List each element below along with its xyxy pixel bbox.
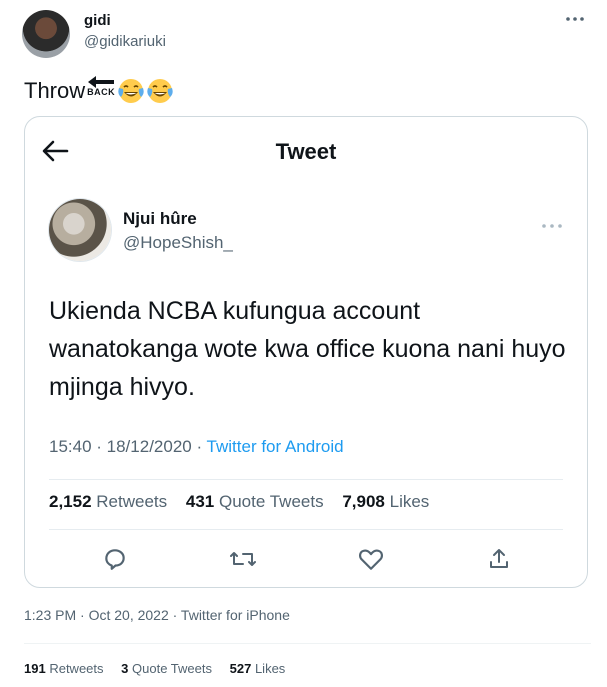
- quoted-time: 15:40 · 18/12/2020 ·: [49, 437, 207, 456]
- timestamp[interactable]: 1:23 PM · Oct 20, 2022 · Twitter for iPh…: [24, 607, 290, 623]
- divider: [49, 529, 563, 530]
- more-options-icon[interactable]: [565, 16, 585, 22]
- page-title: Tweet: [275, 139, 337, 164]
- quoted-display-name[interactable]: Njui hûre: [123, 209, 197, 229]
- face-with-tears-of-joy-icon: [118, 79, 144, 103]
- likes-stat[interactable]: 527 Likes: [230, 661, 286, 676]
- tweet-text: Throw BACK: [24, 76, 173, 104]
- retweet-icon[interactable]: [229, 545, 257, 573]
- quoted-timestamp: 15:40 · 18/12/2020 · Twitter for Android: [49, 437, 344, 457]
- face-with-tears-of-joy-icon: [147, 79, 173, 103]
- quoted-tweet-text: Ukienda NCBA kufungua account wanatokang…: [49, 297, 566, 401]
- quoted-likes-stat[interactable]: 7,908 Likes: [342, 492, 429, 511]
- quoted-avatar[interactable]: [49, 199, 111, 261]
- quote-tweets-stat[interactable]: 3 Quote Tweets: [121, 661, 212, 676]
- user-handle[interactable]: @gidikariuki: [84, 33, 166, 50]
- reply-icon[interactable]: [101, 545, 129, 573]
- quoted-quotes-stat[interactable]: 431 Quote Tweets: [186, 492, 324, 511]
- avatar[interactable]: [22, 10, 70, 58]
- quoted-stats: 2,152 Retweets 431 Quote Tweets 7,908 Li…: [49, 492, 443, 512]
- display-name[interactable]: gidi: [84, 12, 111, 29]
- quoted-source-link[interactable]: Twitter for Android: [207, 437, 344, 456]
- tweet-stats: 191 Retweets 3 Quote Tweets 527 Likes: [24, 661, 299, 676]
- back-emoji-label: BACK: [87, 87, 116, 97]
- divider: [49, 479, 563, 480]
- quoted-more-options-icon[interactable]: [541, 216, 563, 234]
- like-icon[interactable]: [357, 545, 385, 573]
- retweets-stat[interactable]: 191 Retweets: [24, 661, 104, 676]
- share-icon[interactable]: [485, 545, 513, 573]
- quoted-tweet-card[interactable]: Tweet Njui hûre @HopeShish_ Ukienda NCBA…: [24, 116, 588, 588]
- quoted-retweets-stat[interactable]: 2,152 Retweets: [49, 492, 167, 511]
- tweet-text-word: Throw: [24, 78, 86, 103]
- divider: [24, 643, 591, 644]
- back-arrow-emoji: BACK: [87, 76, 115, 97]
- quoted-user-handle[interactable]: @HopeShish_: [123, 233, 233, 253]
